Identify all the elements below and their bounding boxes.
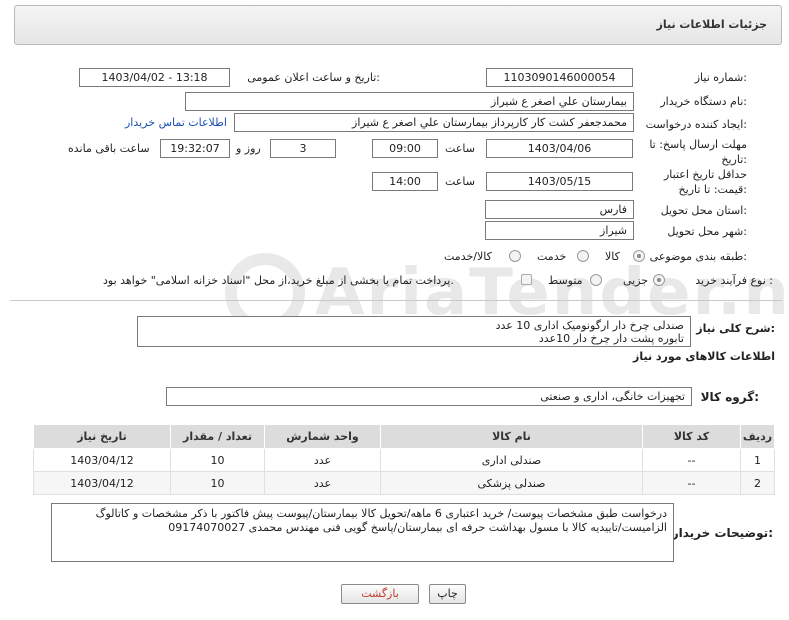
deadline-date-field: 1403/04/06 [486,139,633,158]
contact-info-link[interactable]: اطلاعات تماس خریدار [125,116,227,129]
announce-label: تاریخ و ساعت اعلان عمومی: [247,71,380,84]
category-radio-service[interactable] [577,250,589,262]
deadline-time-label: ساعت [445,142,475,155]
header-code: کد کالا [642,424,741,449]
category-radio-goods-service[interactable] [509,250,521,262]
items-table: ردیف کد کالا نام کالا واحد شمارش تعداد /… [33,424,775,495]
days-field: 3 [270,139,336,158]
buyer-org-label: نام دستگاه خریدار: [660,95,747,108]
city-label: شهر محل تحویل: [667,225,747,238]
purchase-radio-medium[interactable] [590,274,602,286]
category-option-goods: کالا [605,250,620,263]
validity-date-field: 1403/05/15 [486,172,633,191]
deadline-time-field: 09:00 [372,139,438,158]
table-row: 2 -- صندلی پزشکی عدد 10 1403/04/12 [33,471,775,495]
header-quantity: تعداد / مقدار [170,424,265,449]
city-field: شیراز [485,221,634,240]
payment-note: پرداخت تمام یا بخشی از مبلغ خرید،از محل … [103,274,454,287]
header-need-date: تاریخ نیاز [33,424,171,449]
cell-qty: 10 [170,471,265,495]
header-row-number: ردیف [740,424,775,449]
validity-time-label: ساعت [445,175,475,188]
divider [10,300,782,301]
purchase-option-medium: متوسط [548,274,583,287]
header-name: نام کالا [380,424,643,449]
cell-row: 1 [740,448,775,472]
table-row: 1 -- صندلی اداری عدد 10 1403/04/12 [33,448,775,472]
category-label: طبقه بندی موضوعی: [649,250,747,263]
summary-line-1: صندلی چرخ دار ارگونومیک اداری 10 عدد [495,319,684,332]
cell-name: صندلی پزشکی [380,471,643,495]
buyer-org-field: بیمارستان علي اصغر ع شیراز [185,92,634,111]
notes-label: توضیحات خریدار: [671,526,773,540]
goods-section-title: اطلاعات کالاهای مورد نیاز [633,350,775,363]
cell-code: -- [642,448,741,472]
header-unit: واحد شمارش [264,424,381,449]
back-button[interactable]: بازگشت [341,584,419,604]
table-header-row: ردیف کد کالا نام کالا واحد شمارش تعداد /… [33,424,775,449]
cell-name: صندلی اداری [380,448,643,472]
summary-line-2: تابوره پشت دار چرخ دار 10عدد [538,332,684,345]
page-title: جزئیات اطلاعات نیاز [656,18,768,31]
goods-group-label: گروه کالا: [700,390,759,404]
treasury-checkbox[interactable] [521,274,532,285]
province-label: استان محل تحویل: [660,204,747,217]
category-option-service: خدمت [537,250,567,263]
remaining-label: ساعت باقی مانده [68,142,150,155]
cell-code: -- [642,471,741,495]
cell-date: 1403/04/12 [33,471,171,495]
creator-label: ایجاد کننده درخواست: [645,118,747,131]
print-button[interactable]: چاپ [429,584,466,604]
days-label: روز و [236,142,261,155]
validity-time-field: 14:00 [372,172,438,191]
need-number-label: شماره نیاز: [694,71,747,84]
announce-datetime-field: 1403/04/02 - 13:18 [79,68,230,87]
header-panel: جزئیات اطلاعات نیاز [14,5,782,45]
category-radio-goods[interactable] [633,250,645,262]
province-field: فارس [485,200,634,219]
goods-group-field: تجهیزات خانگی، اداری و صنعتی [166,387,692,406]
cell-qty: 10 [170,448,265,472]
creator-field: محمدجعفر کشت کار کارپرداز بیمارستان علي … [234,113,634,132]
purchase-type-label: نوع فرآیند خرید : [695,274,773,287]
cell-unit: عدد [264,471,381,495]
summary-label: شرح کلی نیاز: [696,322,775,335]
need-number-field: 1103090146000054 [486,68,633,87]
category-option-goods-service: کالا/خدمت [444,250,492,263]
purchase-option-minor: جزیی [623,274,649,287]
cell-date: 1403/04/12 [33,448,171,472]
purchase-radio-minor[interactable] [653,274,665,286]
cell-unit: عدد [264,448,381,472]
remaining-time-field: 19:32:07 [160,139,230,158]
notes-textarea: درخواست طبق مشخصات پیوست/ خرید اعتباری 6… [51,503,674,562]
validity-label: حداقل تاریخ اعتبار قیمت: تا تاریخ: [663,168,747,196]
summary-textarea: صندلی چرخ دار ارگونومیک اداری 10 عدد تاب… [137,316,691,347]
deadline-label: مهلت ارسال پاسخ: تا تاریخ: [649,138,747,166]
cell-row: 2 [740,471,775,495]
